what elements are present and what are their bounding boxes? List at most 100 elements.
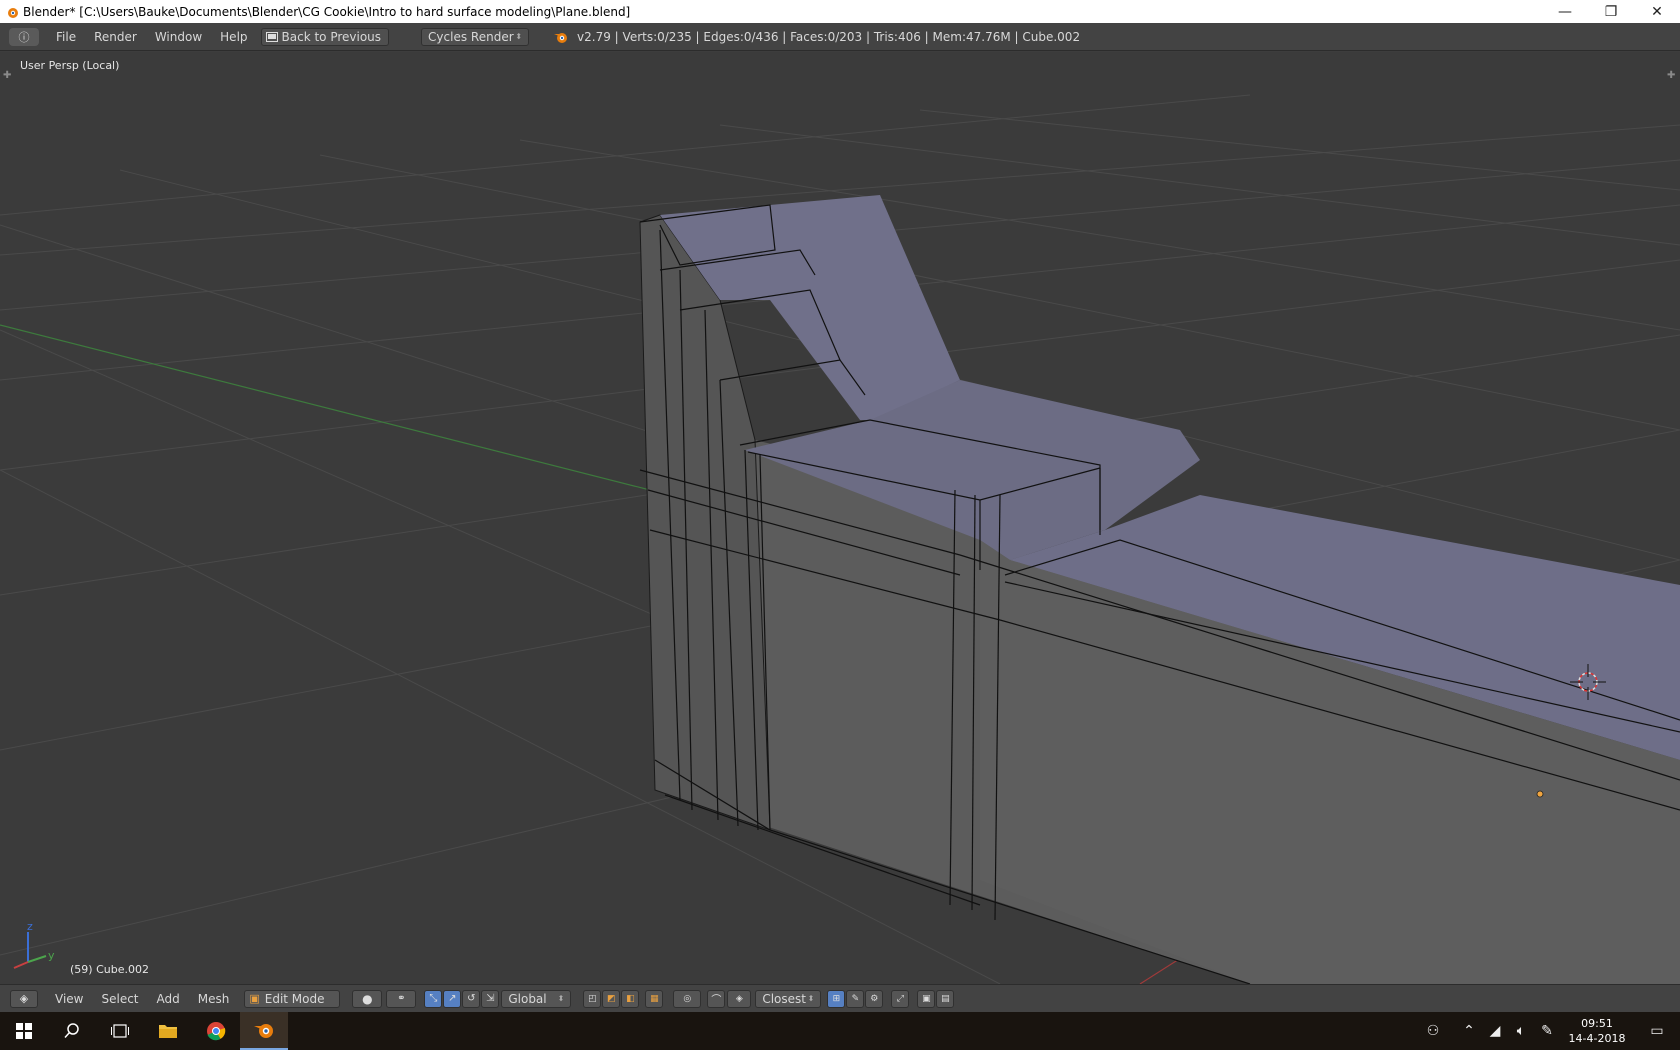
limit-selection-icon: ▦ (650, 993, 659, 1004)
chevron-up-icon[interactable]: ⌃ (1456, 1023, 1482, 1039)
notification-icon[interactable]: ▭ (1634, 1023, 1680, 1039)
menu-render[interactable]: Render (85, 23, 146, 51)
task-view-button[interactable] (96, 1012, 144, 1050)
snap-options-button[interactable]: ✎ (846, 989, 865, 1008)
volume-icon[interactable]: 🔈︎ (1508, 1023, 1534, 1039)
manipulator-icon: ⤡ (429, 993, 438, 1004)
back-to-previous-label: Back to Previous (281, 29, 382, 44)
pen-icon[interactable]: ✎ (1534, 1023, 1560, 1039)
edge-select-button[interactable]: ◩ (602, 989, 621, 1008)
camera-icon: ▣ (922, 993, 931, 1004)
magnet-icon: ⊞ (832, 993, 841, 1004)
windows-logo-icon (16, 1023, 32, 1039)
search-button[interactable] (48, 1012, 96, 1050)
menu-add[interactable]: Add (148, 985, 189, 1013)
clapper-icon: ▤ (941, 993, 950, 1004)
viewport-scene: z y (0, 94, 1680, 984)
scene-stats: v2.79 | Verts:0/235 | Edges:0/436 | Face… (553, 30, 1080, 44)
snap-target-select[interactable]: Closest ⬍ (755, 989, 822, 1008)
snap-toggle-button[interactable]: ⊞ (827, 989, 846, 1008)
scale-icon: ⇲ (486, 993, 495, 1004)
viewport-shading-select[interactable]: ● (352, 989, 383, 1008)
limit-selection-button[interactable]: ▦ (645, 989, 664, 1008)
stats-text: v2.79 | Verts:0/235 | Edges:0/436 | Face… (577, 29, 1081, 44)
rotate-manipulator-button[interactable]: ↺ (462, 989, 481, 1008)
proportional-icon: ◎ (683, 993, 692, 1004)
render-engine-label: Cycles Render (428, 29, 514, 44)
search-icon (64, 1023, 79, 1039)
blender-taskbar-button[interactable] (240, 1012, 288, 1050)
mode-label: Edit Mode (264, 991, 325, 1006)
window-titlebar: Blender* [C:\Users\Bauke\Documents\Blend… (0, 0, 1680, 23)
snap-target-label: Closest (762, 991, 806, 1006)
network-icon[interactable]: ◢ (1482, 1023, 1508, 1039)
start-button[interactable] (0, 1012, 48, 1050)
y-axis-line (0, 324, 651, 491)
clock-date: 14-4-2018 (1568, 1032, 1626, 1045)
task-view-icon (111, 1024, 129, 1038)
minimize-button[interactable]: — (1542, 0, 1588, 23)
people-icon[interactable]: ⚇ (1420, 1023, 1446, 1039)
render-engine-select[interactable]: Cycles Render ⬍ (421, 27, 530, 46)
vertex-select-button[interactable]: ◰ (583, 989, 602, 1008)
editor-type-button[interactable]: ⓘ (9, 27, 39, 46)
region-split-right-icon[interactable]: ✚ (1667, 70, 1675, 81)
blender-logo-icon (8, 7, 18, 18)
vertex-select-icon: ◰ (588, 993, 597, 1004)
editor-type-button[interactable]: ◈ (10, 989, 38, 1008)
project-icon: ⚙ (870, 993, 879, 1004)
solid-shading-icon: ● (362, 991, 373, 1006)
active-object-label: (59) Cube.002 (70, 963, 149, 976)
menu-view[interactable]: View (46, 985, 92, 1013)
mesh-left-face (639, 214, 771, 831)
back-to-previous-button[interactable]: Back to Previous (260, 27, 390, 46)
rotate-icon: ↺ (467, 993, 476, 1004)
mode-select[interactable]: ▣ Edit Mode (244, 989, 341, 1008)
close-button[interactable]: ✕ (1634, 0, 1680, 23)
opengl-render-button[interactable]: ⤢ (891, 989, 910, 1008)
3d-view-header: ◈ View Select Add Mesh ▣ Edit Mode ● ⚭ ⤡… (0, 984, 1680, 1012)
clock[interactable]: 09:51 14-4-2018 (1560, 1016, 1634, 1046)
menu-mesh[interactable]: Mesh (189, 985, 239, 1013)
chrome-icon (207, 1022, 226, 1041)
orientation-label: Global (508, 991, 547, 1006)
edit-mode-icon: ▣ (249, 992, 260, 1005)
pivot-icon: ⚭ (397, 993, 406, 1004)
3d-viewport[interactable]: z y User Persp (Local) (59) Cube.002 ✚ ✚ (0, 52, 1680, 984)
translate-manipulator-button[interactable]: ↗ (443, 989, 462, 1008)
proportional-falloff-button[interactable]: ⌒ (707, 989, 726, 1008)
snap-project-button[interactable]: ⚙ (865, 989, 884, 1008)
transform-orientation-select[interactable]: Global ⬍ (501, 989, 572, 1008)
restore-button[interactable]: ❐ (1588, 0, 1634, 23)
scale-manipulator-button[interactable]: ⇲ (481, 989, 500, 1008)
region-split-left-icon[interactable]: ✚ (3, 70, 11, 81)
face-select-button[interactable]: ◧ (621, 989, 640, 1008)
render-still-icon: ⤢ (896, 993, 904, 1004)
cube-icon: ◈ (19, 992, 29, 1005)
menu-select[interactable]: Select (92, 985, 147, 1013)
pivot-point-select[interactable]: ⚭ (386, 989, 417, 1008)
screen-icon (265, 31, 278, 42)
folder-icon (159, 1025, 177, 1038)
render-animation-button[interactable]: ▤ (936, 989, 955, 1008)
proportional-editing-select[interactable]: ◎ (673, 989, 702, 1008)
menu-window[interactable]: Window (146, 23, 211, 51)
menu-file[interactable]: File (47, 23, 85, 51)
render-image-button[interactable]: ▣ (917, 989, 936, 1008)
info-header: ⓘ File Render Window Help Back to Previo… (0, 23, 1680, 51)
info-icon: ⓘ (18, 30, 30, 44)
arrow-icon: ↗ (448, 993, 457, 1004)
select-arrows-icon: ⬍ (557, 994, 565, 1003)
file-explorer-button[interactable] (144, 1012, 192, 1050)
axis-y-label: y (48, 949, 55, 962)
select-arrows-icon: ⬍ (807, 994, 815, 1003)
axis-gizmo (13, 932, 47, 969)
select-arrows-icon: ⬍ (515, 32, 523, 41)
snap-element-select[interactable]: ◈ (727, 989, 752, 1008)
falloff-icon: ⌒ (711, 995, 722, 1006)
manipulator-toggle-button[interactable]: ⤡ (424, 989, 443, 1008)
menu-help[interactable]: Help (211, 23, 256, 51)
object-origin-dot (1536, 790, 1544, 798)
snap-element-icon: ◈ (735, 993, 743, 1004)
chrome-button[interactable] (192, 1012, 240, 1050)
